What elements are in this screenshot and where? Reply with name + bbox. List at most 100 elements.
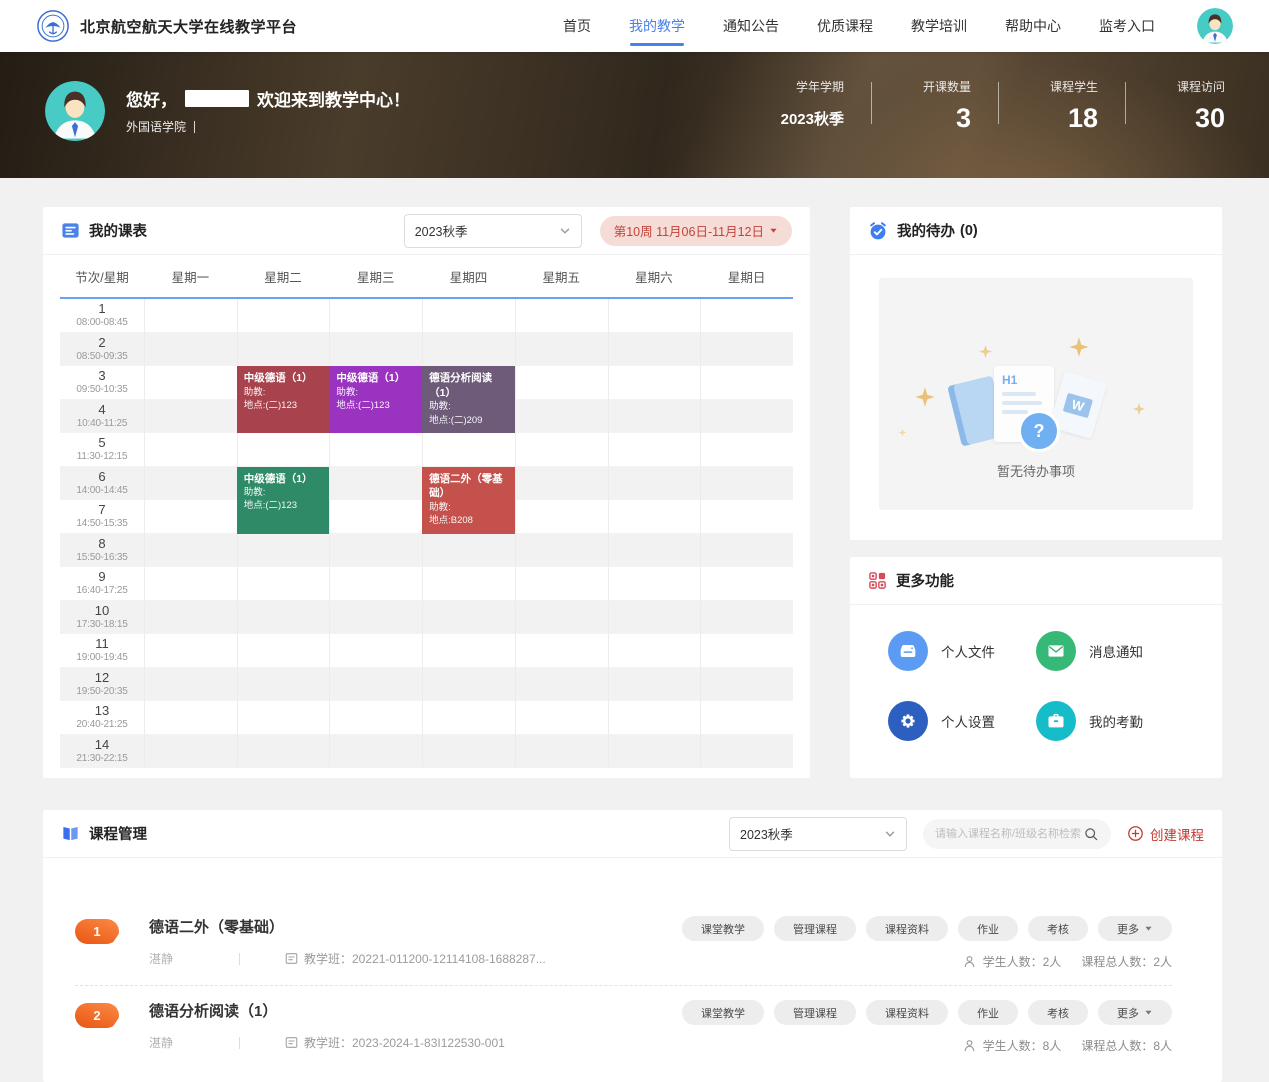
class-block[interactable]: 中级德语（1）助教:地点:(二)123 [237, 366, 330, 433]
drive-icon [888, 631, 928, 671]
timetable-cell [515, 567, 608, 601]
timetable-cell [422, 668, 515, 702]
period-cell: 1119:00-19:45 [60, 634, 144, 668]
timetable-cell [144, 500, 237, 534]
illustration-question-bubble: ? [1018, 410, 1060, 452]
timetable-cell [237, 333, 330, 367]
timetable-cell [515, 668, 608, 702]
function-label: 个人文件 [941, 641, 995, 661]
action-button-考核[interactable]: 考核 [1028, 916, 1088, 941]
timetable-cell [144, 333, 237, 367]
timetable-cell [608, 567, 701, 601]
class-block[interactable]: 中级德语（1）助教:地点:(二)123 [237, 467, 330, 534]
period-cell: 410:40-11:25 [60, 400, 144, 434]
nav-item-6[interactable]: 帮助中心 [1005, 16, 1061, 36]
timetable-cell [700, 366, 793, 400]
course-search-input[interactable] [935, 828, 1083, 840]
caret-down-icon [1144, 924, 1153, 933]
nav-item-4[interactable]: 优质课程 [817, 16, 873, 36]
class-assistant: 助教: [336, 386, 415, 399]
class-block[interactable]: 德语二外（零基础）助教:地点:B208 [422, 467, 515, 534]
course-class: 教学班：2023-2024-1-83I122530-001 [284, 1034, 505, 1051]
timetable-cell [237, 735, 330, 769]
hero-department: 外国语学院 [126, 118, 195, 135]
more-actions-button[interactable]: 更多 [1098, 1000, 1172, 1025]
schedule-term-select[interactable]: 2023秋季 [404, 214, 582, 248]
action-button-课程资料[interactable]: 课程资料 [866, 1000, 948, 1025]
week-badge-label: 第10周 11月06日-11月12日 [614, 221, 764, 240]
period-cell: 714:50-15:35 [60, 500, 144, 534]
timetable-cell [329, 299, 422, 333]
timetable-cell [700, 701, 793, 735]
period-time: 08:50-09:35 [76, 351, 127, 362]
nav-item-3[interactable]: 通知公告 [723, 16, 779, 36]
timetable-header: 节次/星期星期一星期二星期三星期四星期五星期六星期日 [60, 255, 793, 299]
class-label: 教学班：2023-2024-1-83I122530-001 [304, 1034, 505, 1051]
action-button-管理课程[interactable]: 管理课程 [774, 916, 856, 941]
nav-item-1[interactable]: 首页 [563, 16, 591, 36]
book-icon [61, 824, 80, 843]
schedule-card: 我的课表 2023秋季 第10周 11月06日-11月12日 节次/星期星期一星… [43, 207, 810, 778]
timetable-cell [237, 534, 330, 568]
function-item-4[interactable]: 我的考勤 [1036, 701, 1184, 741]
course-total-count: 课程总人数：8人 [1081, 1037, 1172, 1054]
timetable-cell [144, 299, 237, 333]
course-name[interactable]: 德语二外（零基础） [149, 916, 546, 937]
timetable-column-header: 星期五 [515, 267, 608, 286]
action-button-课堂教学[interactable]: 课堂教学 [682, 916, 764, 941]
class-block[interactable]: 中级德语（1）助教:地点:(二)123 [329, 366, 422, 433]
more-functions-header: 更多功能 [850, 557, 1222, 605]
course-teacher: 湛静 [149, 950, 239, 967]
week-selector-badge[interactable]: 第10周 11月06日-11月12日 [600, 216, 792, 246]
timetable-cell [515, 333, 608, 367]
period-cell: 815:50-16:35 [60, 534, 144, 568]
nav-item-7[interactable]: 监考入口 [1099, 16, 1155, 36]
schedule-title: 我的课表 [89, 220, 147, 241]
timetable-cell [237, 701, 330, 735]
function-item-2[interactable]: 消息通知 [1036, 631, 1184, 671]
timetable-cell [237, 433, 330, 467]
mail-icon [1036, 631, 1076, 671]
action-button-考核[interactable]: 考核 [1028, 1000, 1088, 1025]
timetable-cell [144, 534, 237, 568]
class-tag-icon [284, 951, 299, 966]
sparkle-icon [1132, 402, 1146, 416]
action-button-作业[interactable]: 作业 [958, 916, 1018, 941]
period-number: 14 [95, 738, 109, 753]
create-course-button[interactable]: 创建课程 [1127, 824, 1204, 844]
function-item-3[interactable]: 个人设置 [888, 701, 1036, 741]
function-item-1[interactable]: 个人文件 [888, 631, 1036, 671]
class-name: 中级德语（1） [244, 371, 323, 386]
action-button-课堂教学[interactable]: 课堂教学 [682, 1000, 764, 1025]
course-term-select[interactable]: 2023秋季 [729, 817, 907, 851]
period-number: 6 [98, 470, 105, 485]
timetable-column-header: 星期三 [329, 267, 422, 286]
timetable-cell [422, 333, 515, 367]
stat-label: 课程访问 [1177, 78, 1225, 95]
nav-item-5[interactable]: 教学培训 [911, 16, 967, 36]
timetable-cell [700, 333, 793, 367]
meta-divider [239, 1037, 240, 1049]
plus-circle-icon [1127, 825, 1144, 842]
action-button-课程资料[interactable]: 课程资料 [866, 916, 948, 941]
action-pill-row: 课堂教学管理课程课程资料作业考核更多 [682, 916, 1172, 941]
action-button-作业[interactable]: 作业 [958, 1000, 1018, 1025]
timetable-cell [422, 433, 515, 467]
timetable-cell [515, 601, 608, 635]
caret-down-icon [769, 226, 778, 235]
illustration-h1-text: H1 [1002, 373, 1046, 387]
course-name[interactable]: 德语分析阅读（1） [149, 1000, 505, 1021]
search-icon[interactable] [1083, 826, 1099, 842]
timetable-cell [329, 668, 422, 702]
user-avatar[interactable] [1197, 8, 1233, 44]
class-block[interactable]: 德语分析阅读（1）助教:地点:(二)209 [422, 366, 515, 433]
course-meta: 湛静教学班：2023-2024-1-83I122530-001 [149, 1034, 505, 1051]
course-info: 德语分析阅读（1） 湛静教学班：2023-2024-1-83I122530-001 [149, 1000, 505, 1051]
app-title: 北京航空航天大学在线教学平台 [80, 16, 297, 37]
caret-down-icon [1144, 1008, 1153, 1017]
action-button-管理课程[interactable]: 管理课程 [774, 1000, 856, 1025]
nav-item-2[interactable]: 我的教学 [629, 16, 685, 36]
more-actions-button[interactable]: 更多 [1098, 916, 1172, 941]
stat-separator [998, 82, 999, 124]
university-logo-icon[interactable] [36, 9, 70, 43]
